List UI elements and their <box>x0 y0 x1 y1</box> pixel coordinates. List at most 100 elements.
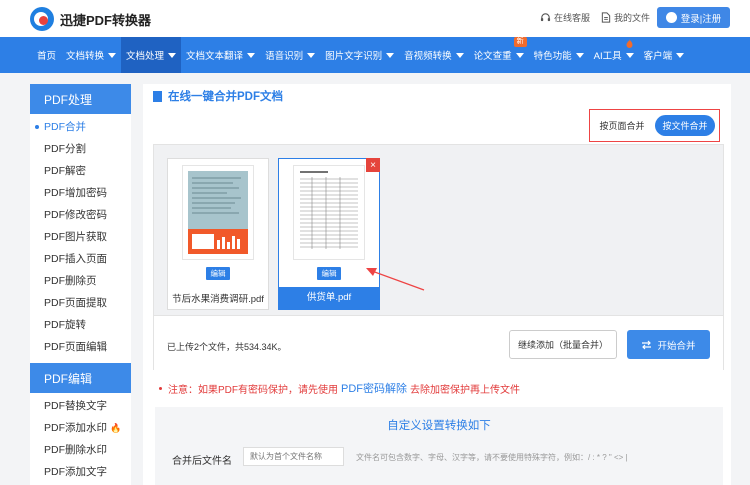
chevron-down-icon <box>625 52 634 58</box>
file-name: 供货单.pdf <box>279 287 379 309</box>
main-nav: 首页 文档转换 文档处理 文档文本翻译 语音识别 图片文字识别 音视频转换 论文查重新特色功能… <box>0 37 750 73</box>
nav-item-6[interactable]: 音视频转换 <box>399 37 469 73</box>
nav-item-label: 论文查重 <box>473 51 512 62</box>
sidebar-item[interactable]: PDF修改密码 <box>30 204 131 226</box>
sidebar-item-label: PDF解密 <box>44 165 86 177</box>
chevron-down-icon <box>247 52 256 58</box>
merge-by-page-button[interactable]: 按页面合并 <box>594 115 650 136</box>
headset-icon <box>540 13 551 22</box>
sidebar-item-label: PDF删除页 <box>44 275 97 287</box>
file-thumbnail <box>182 165 254 260</box>
login-label: 登录|注册 <box>680 13 722 25</box>
nav-item-label: 客户端 <box>643 51 673 62</box>
sidebar-item[interactable]: PDF删除页 <box>30 270 131 292</box>
nav-item-label: 音视频转换 <box>404 51 452 62</box>
nav-item-0[interactable]: 首页 <box>32 37 61 73</box>
user-icon <box>665 12 677 23</box>
page-title-text: 在线一键合并PDF文档 <box>168 91 283 103</box>
sidebar-item-label: PDF页面编辑 <box>44 341 107 353</box>
chevron-down-icon <box>676 52 685 58</box>
logo-icon <box>30 7 54 31</box>
continue-add-button[interactable]: 继续添加（批量合并） <box>509 330 617 359</box>
sidebar-item-label: PDF修改密码 <box>44 209 107 221</box>
filename-input[interactable] <box>243 447 344 466</box>
upload-footer: 已上传2个文件，共534.34K。 继续添加（批量合并） 开始合并 <box>154 315 723 370</box>
login-register-button[interactable]: 登录|注册 <box>657 7 730 28</box>
nav-item-1[interactable]: 文档转换 <box>61 37 121 73</box>
pdf-unlock-link[interactable]: PDF密码解除 <box>341 380 407 396</box>
nav-item-9[interactable]: AI工具 <box>589 37 639 73</box>
sidebar-item[interactable]: PDF合并 <box>30 116 131 138</box>
sidebar-item-label: PDF插入页面 <box>44 253 107 265</box>
edit-button[interactable]: 编辑 <box>317 267 341 280</box>
file-icon <box>601 12 611 23</box>
settings-title: 自定义设置转换如下 <box>387 420 491 432</box>
my-files-link[interactable]: 我的文件 <box>601 11 650 24</box>
notice-text: 注意：如果PDF有密码保护，请先使用 <box>168 384 338 396</box>
remove-file-button[interactable]: × <box>366 158 380 172</box>
sidebar-item[interactable]: PDF删除水印 <box>30 439 131 461</box>
sidebar-item-label: PDF分割 <box>44 143 86 155</box>
sidebar-item[interactable]: PDF增加密码 <box>30 182 131 204</box>
sidebar-item-label: PDF添加水印 <box>44 422 107 434</box>
sidebar-item[interactable]: PDF替换文字 <box>30 395 131 417</box>
nav-item-4[interactable]: 语音识别 <box>260 37 320 73</box>
nav-item-label: AI工具 <box>593 51 622 62</box>
merge-by-file-button[interactable]: 按文件合并 <box>655 115 715 136</box>
nav-item-label: 文档转换 <box>66 51 105 62</box>
nav-item-3[interactable]: 文档文本翻译 <box>181 37 260 73</box>
page-title: 在线一键合并PDF文档 <box>153 88 283 104</box>
sidebar-item-label: PDF添加文字 <box>44 466 107 478</box>
chevron-down-icon <box>168 52 177 58</box>
sidebar-item[interactable]: PDF插入页面 <box>30 248 131 270</box>
file-card[interactable]: 编辑 节后水果消费调研.pdf <box>167 158 269 310</box>
edit-button[interactable]: 编辑 <box>206 267 230 280</box>
nav-item-7[interactable]: 论文查重新 <box>469 37 529 73</box>
sidebar-item-label: PDF删除水印 <box>44 444 107 456</box>
password-notice: 注意：如果PDF有密码保护，请先使用 PDF密码解除 去除加密保护再上传文件 <box>159 380 520 396</box>
logo[interactable]: 迅捷PDF转换器 <box>30 7 151 31</box>
sidebar-item-label: PDF合并 <box>44 121 86 133</box>
swap-icon <box>642 340 652 349</box>
sidebar-item[interactable]: PDF添加水印 🔥 <box>30 417 131 439</box>
sidebar-item-label: PDF图片获取 <box>44 231 107 243</box>
sidebar-section-pdf-processing: PDF处理 <box>30 84 131 114</box>
filename-hint: 文件名可包含数字、字母、汉字等，请不要使用特殊字符，例如：/ : * ? " <… <box>356 453 628 462</box>
chevron-down-icon <box>307 52 316 58</box>
nav-item-10[interactable]: 客户端 <box>639 37 690 73</box>
chevron-down-icon <box>455 52 464 58</box>
sidebar: PDF处理 PDF合并 PDF分割 PDF解密 PDF增加密码 PDF修改密码 PDF图片… <box>30 84 131 485</box>
top-header: 迅捷PDF转换器 在线客服 我的文件 登录|注册 <box>0 0 750 37</box>
nav-item-5[interactable]: 图片文字识别 <box>320 37 399 73</box>
customer-service-link[interactable]: 在线客服 <box>540 11 590 24</box>
nav-item-2[interactable]: 文档处理 <box>121 37 182 73</box>
sidebar-item-label: PDF增加密码 <box>44 187 107 199</box>
file-card-selected[interactable]: × 编辑 供货单.pdf <box>278 158 380 310</box>
nav-item-8[interactable]: 特色功能 <box>529 37 589 73</box>
chevron-down-icon <box>108 52 117 58</box>
sidebar-item[interactable]: PDF页面提取 <box>30 292 131 314</box>
nav-item-label: 文档文本翻译 <box>186 51 244 62</box>
flame-icon: 🔥 <box>110 423 122 433</box>
sidebar-item[interactable]: PDF旋转 <box>30 314 131 336</box>
bullet-icon <box>159 386 162 390</box>
start-merge-button[interactable]: 开始合并 <box>627 330 710 359</box>
chevron-down-icon <box>515 52 524 58</box>
sidebar-item-label: PDF旋转 <box>44 319 86 331</box>
merge-mode-selector: 按页面合并 按文件合并 <box>589 109 720 142</box>
sidebar-item[interactable]: PDF图片获取 <box>30 226 131 248</box>
sidebar-item[interactable]: PDF添加文字 <box>30 461 131 483</box>
flame-icon <box>626 39 633 48</box>
sidebar-item[interactable]: PDF页面编辑 <box>30 336 131 358</box>
sidebar-item-label: PDF页面提取 <box>44 297 107 309</box>
custom-settings: 自定义设置转换如下 合并后文件名 文件名可包含数字、字母、汉字等，请不要使用特殊… <box>155 407 723 485</box>
new-badge: 新 <box>513 37 527 47</box>
active-dot-icon <box>35 125 39 130</box>
sidebar-item[interactable]: PDF解密 <box>30 160 131 182</box>
my-files-label: 我的文件 <box>614 13 651 23</box>
sidebar-item[interactable]: PDF分割 <box>30 138 131 160</box>
nav-item-label: 特色功能 <box>533 51 572 62</box>
filename-label: 合并后文件名 <box>172 456 232 467</box>
nav-item-label: 首页 <box>37 51 57 62</box>
notice-suffix: 去除加密保护再上传文件 <box>410 384 520 396</box>
